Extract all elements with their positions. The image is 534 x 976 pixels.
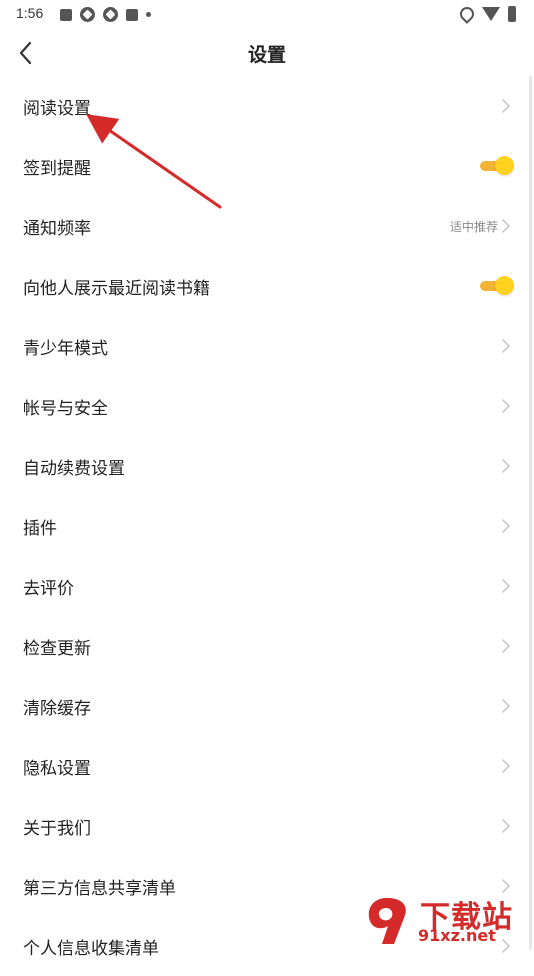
settings-row[interactable]: 签到提醒 xyxy=(0,136,534,196)
settings-row-label: 阅读设置 xyxy=(23,99,91,119)
location-icon xyxy=(457,4,477,24)
watermark-url: 91xz.net xyxy=(418,926,496,945)
settings-row[interactable]: 帐号与安全 xyxy=(0,376,534,436)
status-bar: 1:56 xyxy=(0,0,534,30)
settings-row-label: 个人信息收集清单 xyxy=(23,939,159,959)
settings-row[interactable]: 隐私设置 xyxy=(0,736,534,796)
settings-row-label: 青少年模式 xyxy=(23,339,108,359)
square-icon xyxy=(60,8,72,21)
chevron-right-icon xyxy=(502,519,510,533)
status-system-icons xyxy=(457,4,516,24)
dot-icon xyxy=(146,12,151,17)
toggle-switch[interactable] xyxy=(478,276,514,296)
chevron-right-icon xyxy=(502,699,510,713)
chevron-right-icon xyxy=(502,579,510,593)
settings-row-label: 通知频率 xyxy=(23,219,91,239)
status-time: 1:56 xyxy=(16,5,44,21)
settings-row[interactable]: 通知频率 适中推荐 xyxy=(0,196,534,256)
toggle-knob xyxy=(495,156,514,175)
chevron-right-icon xyxy=(502,219,510,233)
settings-row[interactable]: 阅读设置 xyxy=(0,76,534,136)
chevron-right-icon xyxy=(502,759,510,773)
settings-row-label: 去评价 xyxy=(23,579,74,599)
settings-row-label: 隐私设置 xyxy=(23,759,91,779)
settings-row-label: 清除缓存 xyxy=(23,699,91,719)
square-icon xyxy=(126,8,138,21)
chevron-right-icon xyxy=(502,399,510,413)
settings-row[interactable]: 检查更新 xyxy=(0,616,534,676)
settings-row[interactable]: 向他人展示最近阅读书籍 xyxy=(0,256,534,316)
chevron-right-icon xyxy=(502,99,510,113)
battery-icon xyxy=(508,6,516,22)
settings-row-label: 向他人展示最近阅读书籍 xyxy=(23,279,210,299)
chevron-right-icon xyxy=(502,819,510,833)
chevron-right-icon xyxy=(502,879,510,893)
settings-row[interactable]: 清除缓存 xyxy=(0,676,534,736)
settings-row-label: 第三方信息共享清单 xyxy=(23,879,176,899)
wifi-icon xyxy=(482,7,500,21)
scrollbar[interactable] xyxy=(529,76,532,950)
photo-icon xyxy=(80,7,95,22)
header-bar: 设置 xyxy=(0,30,534,76)
toggle-knob xyxy=(495,276,514,295)
settings-row[interactable]: 自动续费设置 xyxy=(0,436,534,496)
settings-row[interactable]: 插件 xyxy=(0,496,534,556)
status-notification-icons xyxy=(60,7,151,22)
chevron-right-icon xyxy=(502,339,510,353)
settings-row[interactable]: 关于我们 xyxy=(0,796,534,856)
settings-row-label: 插件 xyxy=(23,519,57,539)
settings-row-label: 检查更新 xyxy=(23,639,91,659)
settings-list: 阅读设置签到提醒通知频率 适中推荐向他人展示最近阅读书籍 青少年模式帐号与安全自动续… xyxy=(0,76,534,976)
settings-row-label: 帐号与安全 xyxy=(23,399,108,419)
settings-row-label: 关于我们 xyxy=(23,819,91,839)
settings-row-value: 适中推荐 xyxy=(449,220,498,234)
chevron-right-icon xyxy=(502,459,510,473)
page-title: 设置 xyxy=(247,44,286,66)
settings-row[interactable]: 去评价 xyxy=(0,556,534,616)
settings-row-label: 签到提醒 xyxy=(23,159,91,179)
settings-row[interactable]: 青少年模式 xyxy=(0,316,534,376)
chevron-right-icon xyxy=(502,639,510,653)
settings-row-label: 自动续费设置 xyxy=(23,459,125,479)
toggle-switch[interactable] xyxy=(478,156,514,176)
watermark: 下载站 91xz.net xyxy=(360,892,530,950)
watermark-logo-icon xyxy=(368,898,406,944)
photo-icon xyxy=(103,7,118,22)
